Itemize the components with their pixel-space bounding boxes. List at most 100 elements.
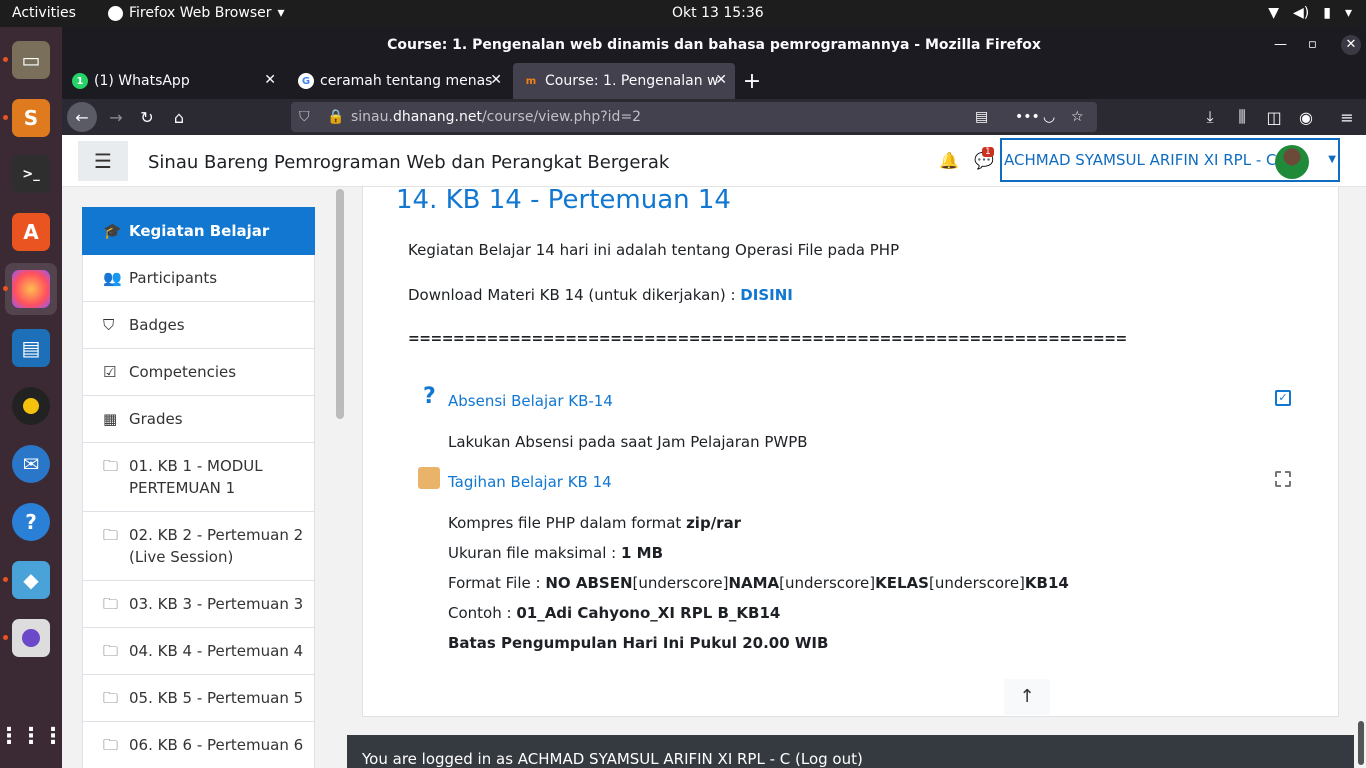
pocket-icon[interactable]: ◡ xyxy=(1043,102,1055,132)
table-icon: ▦ xyxy=(103,410,118,428)
terminal-icon[interactable]: >_ xyxy=(12,155,50,193)
system-top-bar: Activities Firefox Web Browser ▾ Okt 13 1… xyxy=(0,0,1366,27)
text: Contoh : xyxy=(448,604,517,622)
downloads-icon[interactable]: ⤓ xyxy=(1198,105,1222,129)
text-bold: NAMA xyxy=(728,574,780,592)
drawer-toggle-button[interactable]: ☰ xyxy=(78,141,128,181)
nav-kb6[interactable]: 🗀 06. KB 6 - Pertemuan 6 xyxy=(82,722,315,768)
help-icon[interactable]: ? xyxy=(12,503,50,541)
menu-icon[interactable]: ≡ xyxy=(1335,105,1359,129)
login-info[interactable]: You are logged in as ACHMAD SYAMSUL ARIF… xyxy=(362,750,863,768)
course-section: 14. KB 14 - Pertemuan 14 Kegiatan Belaja… xyxy=(362,185,1339,717)
nav-label: 06. KB 6 - Pertemuan 6 xyxy=(129,736,304,754)
home-button[interactable]: ⌂ xyxy=(167,105,191,129)
back-to-top-button[interactable]: ↑ xyxy=(1004,679,1050,715)
text-bold: 1 MB xyxy=(621,544,664,562)
tab-google[interactable]: Gceramah tentang menas ✕ xyxy=(288,63,510,99)
nav-kb5[interactable]: 🗀 05. KB 5 - Pertemuan 5 xyxy=(82,675,315,722)
app-menu[interactable]: Firefox Web Browser ▾ xyxy=(108,5,285,21)
desc-line-3: Format File : NO ABSEN[underscore]NAMA[u… xyxy=(448,574,1069,592)
close-window-button[interactable]: ✕ xyxy=(1341,27,1361,63)
maximize-button[interactable]: ▫ xyxy=(1308,27,1317,63)
avatar[interactable] xyxy=(1275,145,1309,179)
text: [underscore] xyxy=(779,574,876,592)
desc-line-5: Batas Pengumpulan Hari Ini Pukul 20.00 W… xyxy=(448,634,829,652)
nav-toolbar: ← → ↻ ⌂ ⛉ 🔒 sinau.dhanang.net/course/vie… xyxy=(62,99,1366,135)
activity-tagihan-link[interactable]: Tagihan Belajar KB 14 xyxy=(448,473,612,491)
firefox-icon xyxy=(108,5,123,21)
minimize-button[interactable]: — xyxy=(1274,27,1287,63)
moodle-icon: m xyxy=(525,75,537,87)
nav-competencies[interactable]: ☑ Competencies xyxy=(82,349,315,396)
shield-icon[interactable]: ⛉ xyxy=(299,102,310,132)
nav-kb1[interactable]: 🗀 01. KB 1 - MODUL PERTEMUAN 1 xyxy=(82,443,315,512)
software-center-icon[interactable]: A xyxy=(12,213,50,251)
bookmark-star-icon[interactable]: ☆ xyxy=(1071,102,1084,132)
reload-button[interactable]: ↻ xyxy=(135,105,159,129)
account-icon[interactable]: ◉ xyxy=(1294,105,1318,129)
reader-view-icon[interactable]: ▤ xyxy=(975,102,988,132)
activity-absensi-link[interactable]: Absensi Belajar KB-14 xyxy=(448,392,613,410)
rhythmbox-icon[interactable] xyxy=(12,387,50,425)
download-link[interactable]: DISINI xyxy=(740,286,793,304)
more-actions-icon[interactable]: ••• xyxy=(1015,102,1040,132)
url-bar[interactable]: ⛉ 🔒 sinau.dhanang.net/course/view.php?id… xyxy=(291,102,1097,132)
desc-line-1: Kompres file PHP dalam format zip/rar xyxy=(448,514,741,532)
nav-participants[interactable]: 👥 Participants xyxy=(82,255,315,302)
desc-line-4: Contoh : 01_Adi Cahyono_XI RPL B_KB14 xyxy=(448,604,780,622)
thunderbird-icon[interactable]: ✉ xyxy=(12,445,50,483)
bell-icon[interactable]: 🔔 xyxy=(939,151,959,170)
nav-kb3[interactable]: 🗀 03. KB 3 - Pertemuan 3 xyxy=(82,581,315,628)
notification-count-badge: 1 xyxy=(982,147,994,157)
sublime-text-icon[interactable]: S xyxy=(12,99,50,137)
clock[interactable]: Okt 13 15:36 xyxy=(672,5,764,21)
nav-kb4[interactable]: 🗀 04. KB 4 - Pertemuan 4 xyxy=(82,628,315,675)
library-icon[interactable]: ⫼ xyxy=(1230,105,1254,129)
insecure-lock-icon[interactable]: 🔒 xyxy=(327,102,344,132)
writer-icon[interactable]: ▤ xyxy=(12,329,50,367)
page-scrollbar[interactable] xyxy=(1358,721,1364,765)
text: Kompres file PHP dalam format xyxy=(448,514,687,532)
close-tab-icon[interactable]: ✕ xyxy=(715,72,727,88)
question-icon: ? xyxy=(423,384,436,409)
nav-grades[interactable]: ▦ Grades xyxy=(82,396,315,443)
system-tray[interactable]: ▼ ◀) ▮ ▾ xyxy=(1268,5,1352,21)
nav-kb2[interactable]: 🗀 02. KB 2 - Pertemuan 2 (Live Session) xyxy=(82,512,315,581)
window-titlebar: Course: 1. Pengenalan web dinamis dan ba… xyxy=(62,27,1366,63)
sidebar-scrollbar[interactable] xyxy=(336,189,344,419)
completion-checkbox[interactable] xyxy=(1275,471,1291,487)
close-tab-icon[interactable]: ✕ xyxy=(490,72,502,88)
folder-icon: 🗀 xyxy=(103,689,119,707)
nav-badges[interactable]: ⛉ Badges xyxy=(82,302,315,349)
tab-course[interactable]: m Course: 1. Pengenalan w ✕ xyxy=(513,63,735,99)
sidebar-toggle-icon[interactable]: ◫ xyxy=(1262,105,1286,129)
activities-button[interactable]: Activities xyxy=(12,5,76,21)
section-intro: Kegiatan Belajar 14 hari ini adalah tent… xyxy=(408,241,900,259)
show-apps-icon[interactable]: ⋮⋮⋮ xyxy=(0,717,64,755)
tab-label: (1) WhatsApp xyxy=(94,73,190,89)
nav-label: 05. KB 5 - Pertemuan 5 xyxy=(129,689,304,707)
battery-icon: ▮ xyxy=(1323,5,1331,21)
nav-label: 03. KB 3 - Pertemuan 3 xyxy=(129,595,304,613)
screenshot-icon[interactable] xyxy=(12,619,50,657)
completion-checkbox-done[interactable]: ✓ xyxy=(1275,390,1291,406)
text-bold: zip/rar xyxy=(686,514,742,532)
forward-button[interactable]: → xyxy=(104,105,128,129)
firefox-window: Course: 1. Pengenalan web dinamis dan ba… xyxy=(62,27,1366,768)
text-bold: KB14 xyxy=(1024,574,1069,592)
virtualbox-icon[interactable]: ◆ xyxy=(12,561,50,599)
page-footer: You are logged in as ACHMAD SYAMSUL ARIF… xyxy=(347,735,1354,768)
new-tab-button[interactable]: + xyxy=(740,69,764,94)
web-page: ☰ Sinau Bareng Pemrograman Web dan Peran… xyxy=(62,135,1366,768)
firefox-dock-icon[interactable] xyxy=(12,270,50,308)
back-button[interactable]: ← xyxy=(67,102,97,132)
nav-kegiatan-belajar[interactable]: 🎓 Kegiatan Belajar xyxy=(82,207,315,255)
files-icon[interactable]: ▭ xyxy=(12,41,50,79)
site-brand[interactable]: Sinau Bareng Pemrograman Web dan Perangk… xyxy=(148,152,669,173)
text: [underscore] xyxy=(928,574,1025,592)
close-tab-icon[interactable]: ✕ xyxy=(264,72,276,88)
url-host: sinau. xyxy=(351,109,393,125)
chevron-down-icon: ▼ xyxy=(1328,154,1336,165)
course-nav: 🎓 Kegiatan Belajar 👥 Participants ⛉ Badges … xyxy=(82,207,315,768)
tab-whatsapp[interactable]: 1 (1) WhatsApp ✕ xyxy=(62,63,284,99)
